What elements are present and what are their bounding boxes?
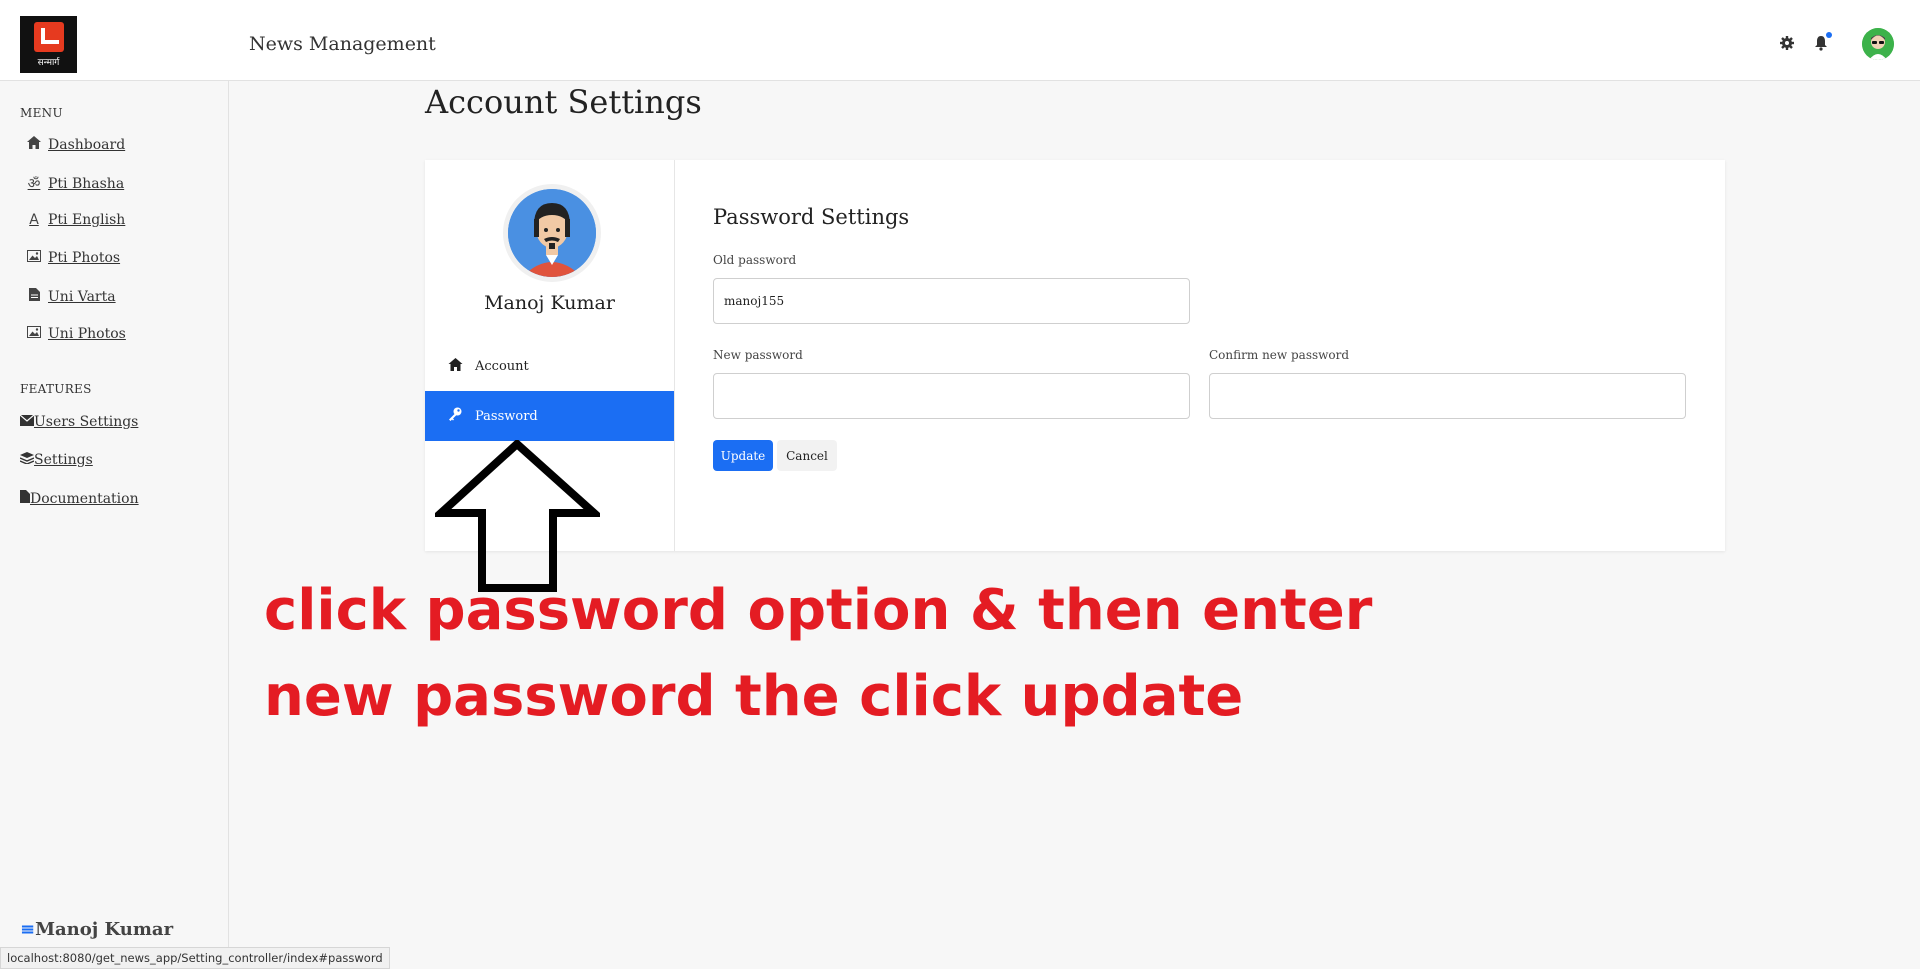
image-icon (26, 250, 42, 266)
om-icon: ॐ (27, 176, 41, 192)
profile-avatar (503, 184, 601, 282)
sidebar-user[interactable]: ≡Manoj Kumar (20, 919, 173, 940)
sidebar: MENU Dashboard ॐ Pti Bhasha A Pti Englis… (0, 81, 229, 969)
brand-title: News Management (249, 33, 436, 55)
logo-text: सन्मार्ग (37, 57, 60, 68)
confirm-password-field[interactable] (1209, 373, 1686, 419)
sidebar-item-documentation[interactable]: Documentation (20, 490, 139, 507)
sidebar-item-label: Pti Bhasha (48, 175, 125, 192)
sidebar-item-label: Pti Photos (48, 250, 121, 266)
sidebar-item-pti-bhasha[interactable]: ॐ Pti Bhasha (26, 174, 125, 193)
document-icon (26, 288, 42, 305)
instruction-line-2: new password the click update (264, 664, 1244, 729)
file-icon (20, 490, 30, 507)
sidebar-item-label: Pti English (48, 212, 126, 228)
layers-icon (19, 452, 35, 468)
menu-section-title: MENU (20, 106, 63, 120)
hamburger-icon[interactable]: ≡ (20, 919, 35, 940)
image-icon (26, 326, 42, 342)
home-icon (447, 357, 463, 375)
instruction-annotation: click password option & then enter new p… (264, 568, 1464, 740)
sidebar-item-uni-photos[interactable]: Uni Photos (26, 326, 126, 342)
account-settings-card: Manoj Kumar Account Password Password Se… (425, 160, 1725, 551)
notification-dot (1826, 32, 1832, 38)
gear-icon[interactable] (1778, 34, 1796, 52)
sidebar-item-label: Uni Varta (48, 288, 116, 305)
tab-password[interactable]: Password (425, 391, 674, 441)
new-password-field[interactable] (713, 373, 1190, 419)
sidebar-item-pti-english[interactable]: A Pti English (26, 212, 125, 228)
logo-mark-icon (33, 21, 64, 52)
sidebar-user-name: Manoj Kumar (35, 919, 174, 940)
sidebar-item-label: Users Settings (34, 414, 139, 430)
sidebar-item-users-settings[interactable]: Users Settings (19, 414, 139, 430)
new-password-label: New password (713, 348, 803, 362)
sidebar-item-uni-varta[interactable]: Uni Varta (26, 288, 116, 305)
confirm-password-label: Confirm new password (1209, 348, 1350, 362)
profile-name: Manoj Kumar (484, 292, 615, 314)
brand-logo[interactable]: सन्मार्ग (20, 16, 77, 73)
sidebar-item-label: Settings (34, 452, 93, 468)
page-title: Account Settings (425, 83, 702, 121)
sidebar-item-pti-photos[interactable]: Pti Photos (26, 250, 120, 266)
sidebar-item-label: Uni Photos (48, 326, 126, 342)
update-button[interactable]: Update (713, 440, 773, 471)
instruction-line-1: click password option & then enter (264, 578, 1373, 643)
sidebar-item-label: Documentation (30, 490, 139, 507)
browser-status-url: localhost:8080/get_news_app/Setting_cont… (0, 947, 390, 969)
sidebar-item-dashboard[interactable]: Dashboard (26, 136, 125, 153)
sidebar-item-label: Dashboard (48, 136, 126, 153)
letter-a-icon: A (29, 212, 39, 228)
tab-account[interactable]: Account (425, 341, 674, 391)
tab-account-label: Account (475, 358, 529, 374)
section-title: Password Settings (713, 205, 910, 229)
home-icon (26, 136, 42, 153)
user-avatar[interactable] (1862, 28, 1894, 60)
key-icon (447, 407, 463, 425)
features-section-title: FEATURES (20, 382, 92, 396)
top-header: सन्मार्ग News Management (0, 0, 1920, 81)
envelope-icon (19, 414, 35, 430)
old-password-label: Old password (713, 253, 797, 267)
old-password-field[interactable] (713, 278, 1190, 324)
sidebar-item-settings[interactable]: Settings (19, 452, 93, 468)
cancel-button[interactable]: Cancel (777, 440, 837, 471)
tab-password-label: Password (475, 408, 538, 424)
